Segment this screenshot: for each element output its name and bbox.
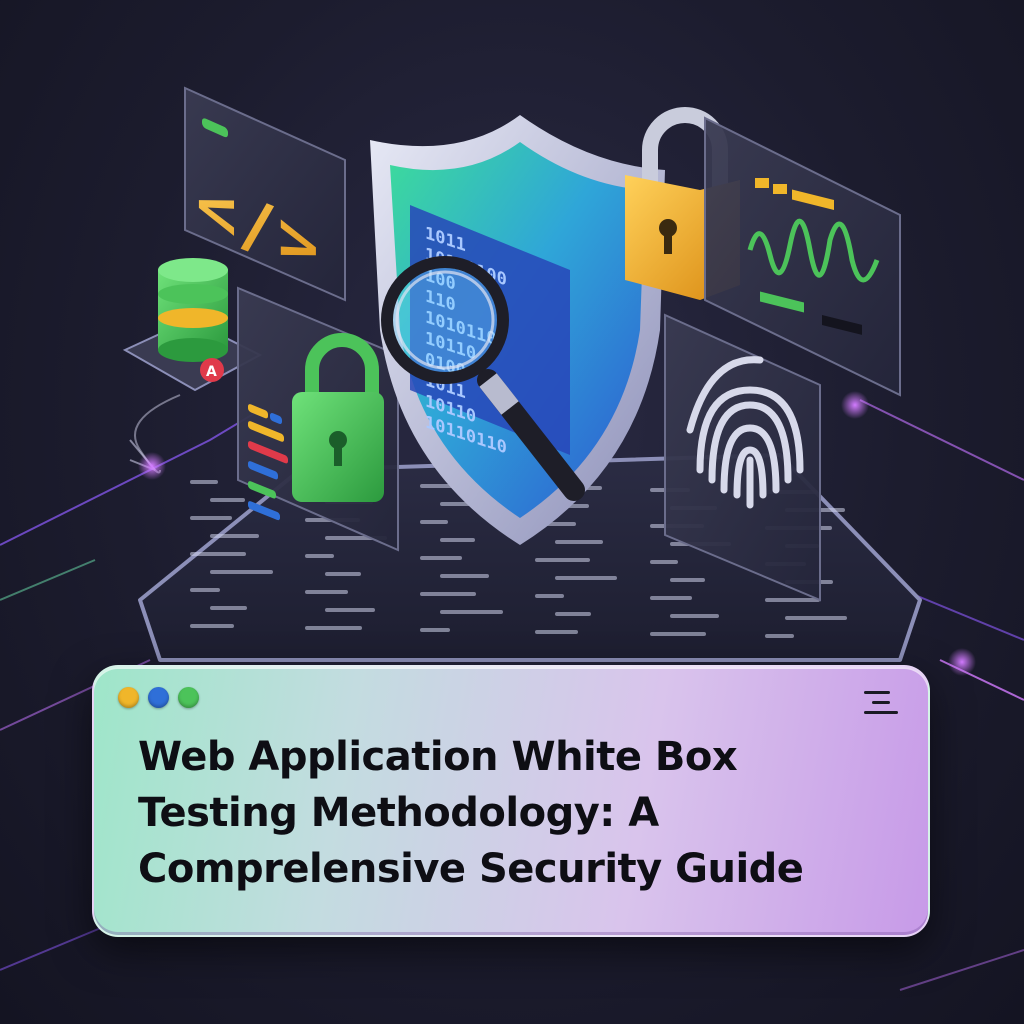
title-line-2: Testing Methodology: A [138,790,659,836]
code-dash [190,480,218,484]
code-dash [190,624,234,628]
menu-icon[interactable] [864,689,898,717]
code-dash [440,574,489,578]
code-dash [190,552,246,556]
code-dash [440,610,503,614]
code-dash [420,628,450,632]
code-dash [535,630,578,634]
code-dash [190,588,220,592]
code-dash [190,516,232,520]
code-dash [650,596,692,600]
code-dash [785,616,847,620]
code-dash [650,632,706,636]
code-dash [325,572,361,576]
code-dash [305,590,348,594]
code-dash [210,534,259,538]
code-dash [670,614,719,618]
code-dash [210,570,273,574]
access-control-panel [237,286,399,552]
code-dash [535,558,590,562]
code-dash [555,576,617,580]
code-dash [650,560,678,564]
title-line-3: Comprelensive Security Guide [138,846,804,892]
page-title: Web Application White Box Testing Method… [138,729,918,897]
code-dash [210,498,245,502]
code-dash [765,634,794,638]
code-dash [420,520,448,524]
code-dash [670,578,705,582]
code-dash [325,608,375,612]
code-dash [210,606,247,610]
code-dash [305,554,334,558]
code-dash [420,556,462,560]
code-dash [765,598,820,602]
yellow-dot-icon[interactable] [118,687,139,708]
code-dash [535,594,564,598]
code-dash [555,540,603,544]
code-dash [420,592,476,596]
code-dash [555,612,591,616]
blue-dot-icon[interactable] [148,687,169,708]
title-card: Web Application White Box Testing Method… [92,665,930,937]
svg-text:A: A [206,364,217,380]
title-line-1: Web Application White Box [138,734,738,780]
code-dash [305,626,362,630]
code-dash [440,538,475,542]
window-controls [118,687,199,708]
green-dot-icon[interactable] [178,687,199,708]
